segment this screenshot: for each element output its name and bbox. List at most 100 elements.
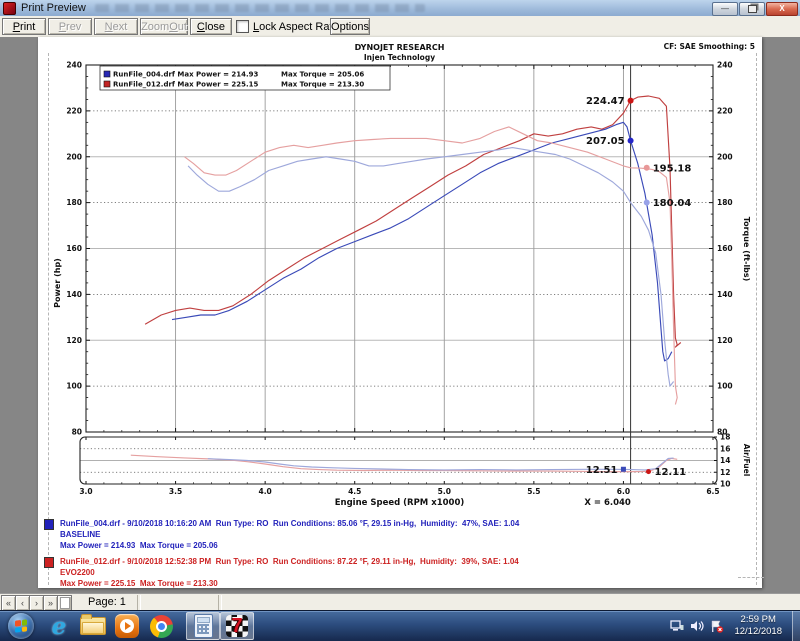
statusbar-divider: [137, 595, 141, 610]
rpm-tick-label: 6.0: [617, 487, 630, 496]
chrome-icon: [150, 615, 173, 638]
power-tick-label: 220: [66, 106, 82, 115]
dyno-chart: DYNOJET RESEARCHInjen TechnologyCF: SAE …: [38, 37, 762, 588]
action-center-flag-icon[interactable]: [710, 620, 724, 633]
rpm-tick-label: 3.5: [169, 487, 182, 496]
legend-swatch: [104, 71, 110, 77]
series-line: [145, 96, 681, 347]
af-tick-label: 12: [720, 468, 730, 477]
restore-icon: [748, 5, 757, 13]
x-axis-label: Engine Speed (RPM x1000): [335, 498, 465, 508]
internet-explorer-icon: e: [52, 613, 67, 640]
title-bar[interactable]: Print Preview — X: [0, 0, 800, 17]
cursor-marker: [644, 165, 650, 171]
taskbar-item-media-player[interactable]: [110, 612, 144, 640]
system-tray: 2:59 PM 12/12/2018: [670, 611, 800, 641]
run-color-swatch: [44, 557, 54, 568]
torque-tick-label: 220: [717, 106, 733, 115]
page-status-bar: «‹›» Page: 1: [0, 593, 800, 611]
taskbar-item-winpep-dyno[interactable]: 7: [220, 612, 254, 640]
window-controls: — X: [712, 2, 798, 16]
power-tick-label: 120: [66, 336, 82, 345]
legend-swatch: [104, 81, 110, 87]
left-margin-guide: [48, 53, 49, 585]
taskbar-item-chrome[interactable]: [144, 612, 178, 640]
power-tick-label: 80: [72, 428, 82, 437]
run-info-line: EVO2200: [60, 567, 519, 578]
run-info-1: RunFile_004.drf - 9/10/2018 10:16:20 AM …: [44, 518, 519, 551]
lock-aspect-ratio-label: Lock Aspect Ratio: [253, 21, 341, 33]
rpm-tick-label: 4.0: [258, 487, 271, 496]
page-icon: [60, 597, 70, 609]
lock-aspect-ratio-checkbox[interactable]: [236, 20, 249, 33]
run-info-line: Max Power = 225.15 Max Torque = 213.30: [60, 578, 519, 589]
prev-button[interactable]: Prev: [48, 18, 92, 35]
cursor-value: 207.05: [586, 136, 625, 147]
series-line: [185, 127, 678, 405]
af-axis-label: Air/Fuel: [742, 444, 751, 477]
torque-tick-label: 160: [717, 244, 733, 253]
next-page-button[interactable]: ›: [29, 595, 44, 611]
minimize-button[interactable]: —: [712, 2, 738, 16]
windows-flag-icon: [15, 619, 27, 632]
lock-aspect-ratio-control[interactable]: Lock Aspect Ratio: [236, 20, 341, 33]
af-tick-label: 14: [720, 456, 730, 465]
print-button[interactable]: Print: [2, 18, 46, 35]
run-info-line: BASELINE: [60, 529, 519, 540]
cursor-value: 12.51: [586, 465, 618, 476]
torque-tick-label: 100: [717, 382, 733, 391]
torque-tick-label: 140: [717, 290, 733, 299]
print-page-button[interactable]: [57, 595, 72, 611]
print-preview-toolbar: PrintPrevNextZoom OutClose Lock Aspect R…: [0, 16, 800, 38]
network-icon[interactable]: [670, 620, 684, 632]
tray-time: 2:59 PM: [734, 614, 782, 626]
rpm-tick-label: 4.5: [348, 487, 361, 496]
run-info-line: RunFile_004.drf - 9/10/2018 10:16:20 AM …: [60, 518, 519, 529]
power-tick-label: 200: [66, 152, 82, 161]
power-tick-label: 100: [66, 382, 82, 391]
run-info-line: Max Power = 214.93 Max Torque = 205.06: [60, 540, 519, 551]
prev-page-button[interactable]: ‹: [15, 595, 30, 611]
torque-axis-label: Torque (ft-lbs): [742, 217, 751, 282]
next-button[interactable]: Next: [94, 18, 138, 35]
af-tick-label: 16: [720, 444, 730, 453]
cursor-marker: [621, 467, 626, 472]
print-page: DYNOJET RESEARCHInjen TechnologyCF: SAE …: [38, 37, 762, 588]
torque-tick-label: 240: [717, 61, 733, 70]
power-tick-label: 180: [66, 198, 82, 207]
app-icon: [3, 2, 16, 15]
show-desktop-button[interactable]: [792, 611, 800, 641]
first-page-button[interactable]: «: [1, 595, 16, 611]
print-preview-window: Print Preview — X PrintPrevNextZoom OutC…: [0, 0, 800, 640]
winpep7-icon: 7: [226, 615, 248, 637]
legend-text: Max Torque = 205.06: [281, 71, 364, 79]
restore-button[interactable]: [739, 2, 765, 16]
run-info-2: RunFile_012.drf - 9/10/2018 12:52:38 PM …: [44, 556, 519, 589]
tray-date: 12/12/2018: [734, 626, 782, 638]
series-line: [188, 148, 673, 387]
cursor-value: 180.04: [653, 198, 692, 209]
zoom-out-button[interactable]: Zoom Out: [140, 18, 188, 35]
cursor-marker: [628, 138, 634, 144]
taskbar-item-internet-explorer[interactable]: e: [42, 612, 76, 640]
cursor-marker: [628, 98, 634, 104]
power-tick-label: 140: [66, 290, 82, 299]
taskbar: e 7 2:59 PM 12/12/2018: [0, 610, 800, 641]
cursor-marker: [646, 469, 651, 474]
close-window-button[interactable]: X: [766, 2, 798, 16]
clock[interactable]: 2:59 PM 12/12/2018: [734, 614, 782, 638]
start-button[interactable]: [8, 613, 34, 639]
close-button[interactable]: Close: [190, 18, 232, 35]
options-button[interactable]: Options: [330, 18, 370, 35]
last-page-button[interactable]: »: [43, 595, 58, 611]
media-player-icon: [115, 614, 139, 638]
run-info-line: RunFile_012.drf - 9/10/2018 12:52:38 PM …: [60, 556, 519, 567]
taskbar-item-file-explorer[interactable]: [76, 612, 110, 640]
taskbar-item-calculator[interactable]: [186, 612, 220, 640]
volume-icon[interactable]: [690, 620, 704, 632]
titlebar-faded-text: [95, 4, 425, 12]
statusbar-divider: [218, 595, 222, 610]
calculator-icon: [194, 614, 213, 638]
bottom-margin-guide: [738, 577, 764, 578]
chart-subtitle: Injen Technology: [364, 53, 435, 62]
